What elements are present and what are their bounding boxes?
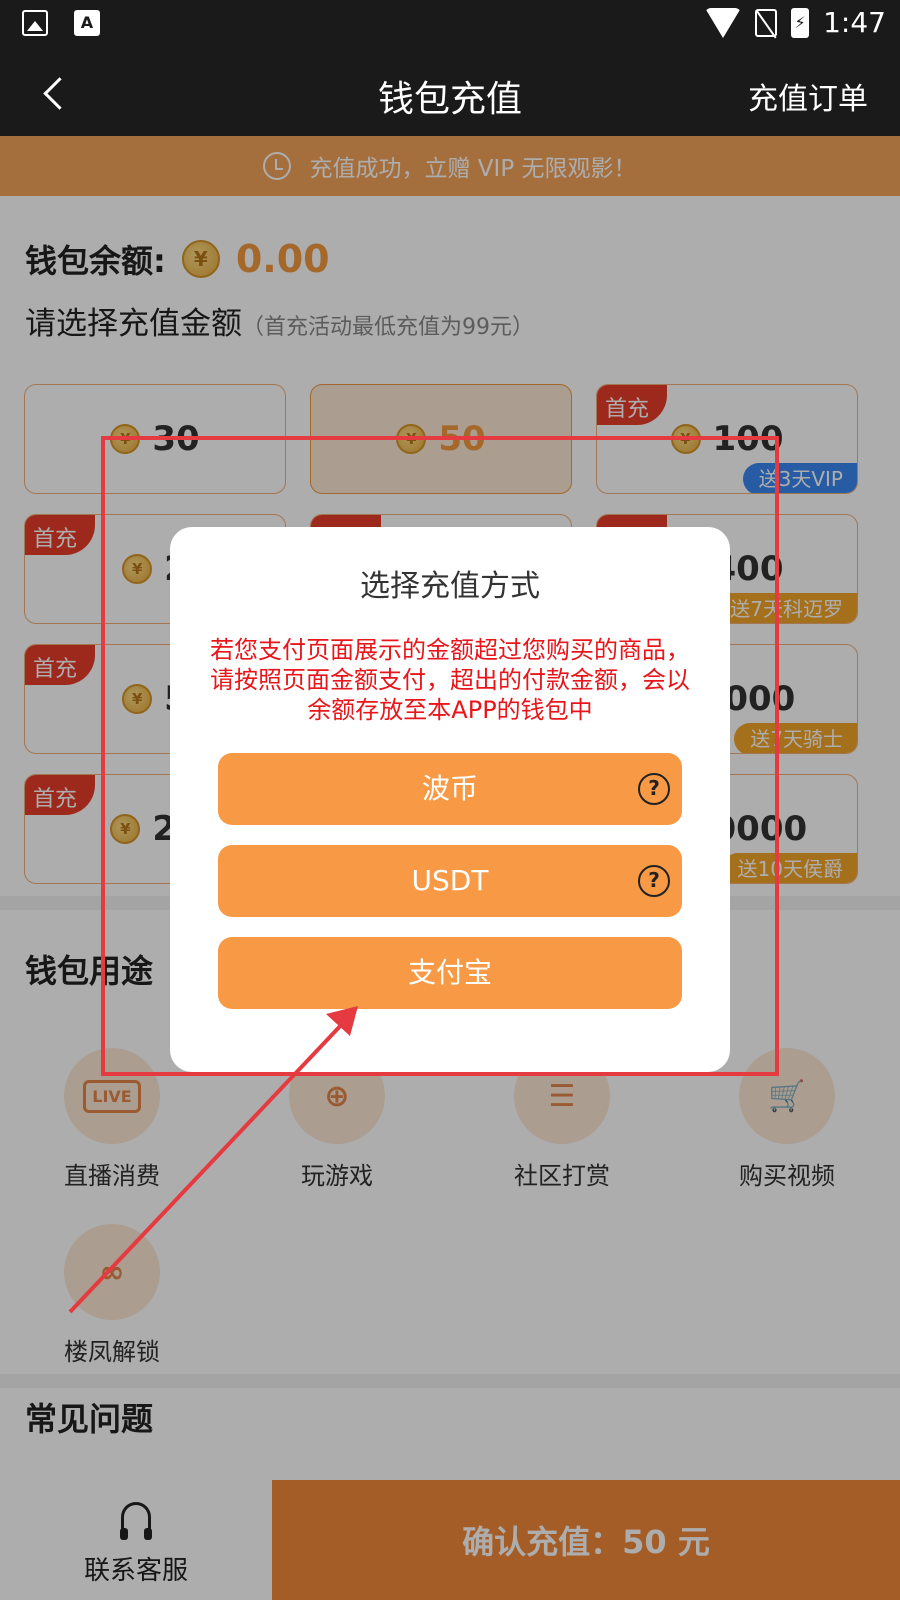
dialog-title: 选择充值方式 <box>360 569 540 604</box>
pay-option-label: 波币 <box>421 772 478 805</box>
dialog-warning-text: 若您支付页面展示的金额超过您购买的商品，请按照页面金额支付，超出的付款金额，会以… <box>210 636 690 724</box>
help-icon[interactable]: ? <box>638 865 670 897</box>
status-bar: A ⚡ 1:47 <box>0 0 900 50</box>
app-bar: 钱包充值 充值订单 <box>0 50 900 136</box>
image-notification-icon <box>22 10 48 36</box>
wifi-icon <box>705 7 742 38</box>
pay-option-label: USDT <box>411 864 489 897</box>
font-notification-icon: A <box>74 10 100 36</box>
recharge-orders-link[interactable]: 充值订单 <box>748 74 868 118</box>
battery-charging-icon: ⚡ <box>791 7 810 38</box>
help-icon[interactable]: ? <box>638 773 670 805</box>
no-sim-icon <box>755 8 778 37</box>
pay-usdt-button[interactable]: USDT ? <box>218 845 682 917</box>
status-time: 1:47 <box>823 6 886 39</box>
payment-method-dialog: 选择充值方式 若您支付页面展示的金额超过您购买的商品，请按照页面金额支付，超出的… <box>170 527 730 1072</box>
pay-option-label: 支付宝 <box>407 956 492 989</box>
pay-alipay-button[interactable]: 支付宝 <box>218 937 682 1009</box>
pay-bocoin-button[interactable]: 波币 ? <box>218 753 682 825</box>
